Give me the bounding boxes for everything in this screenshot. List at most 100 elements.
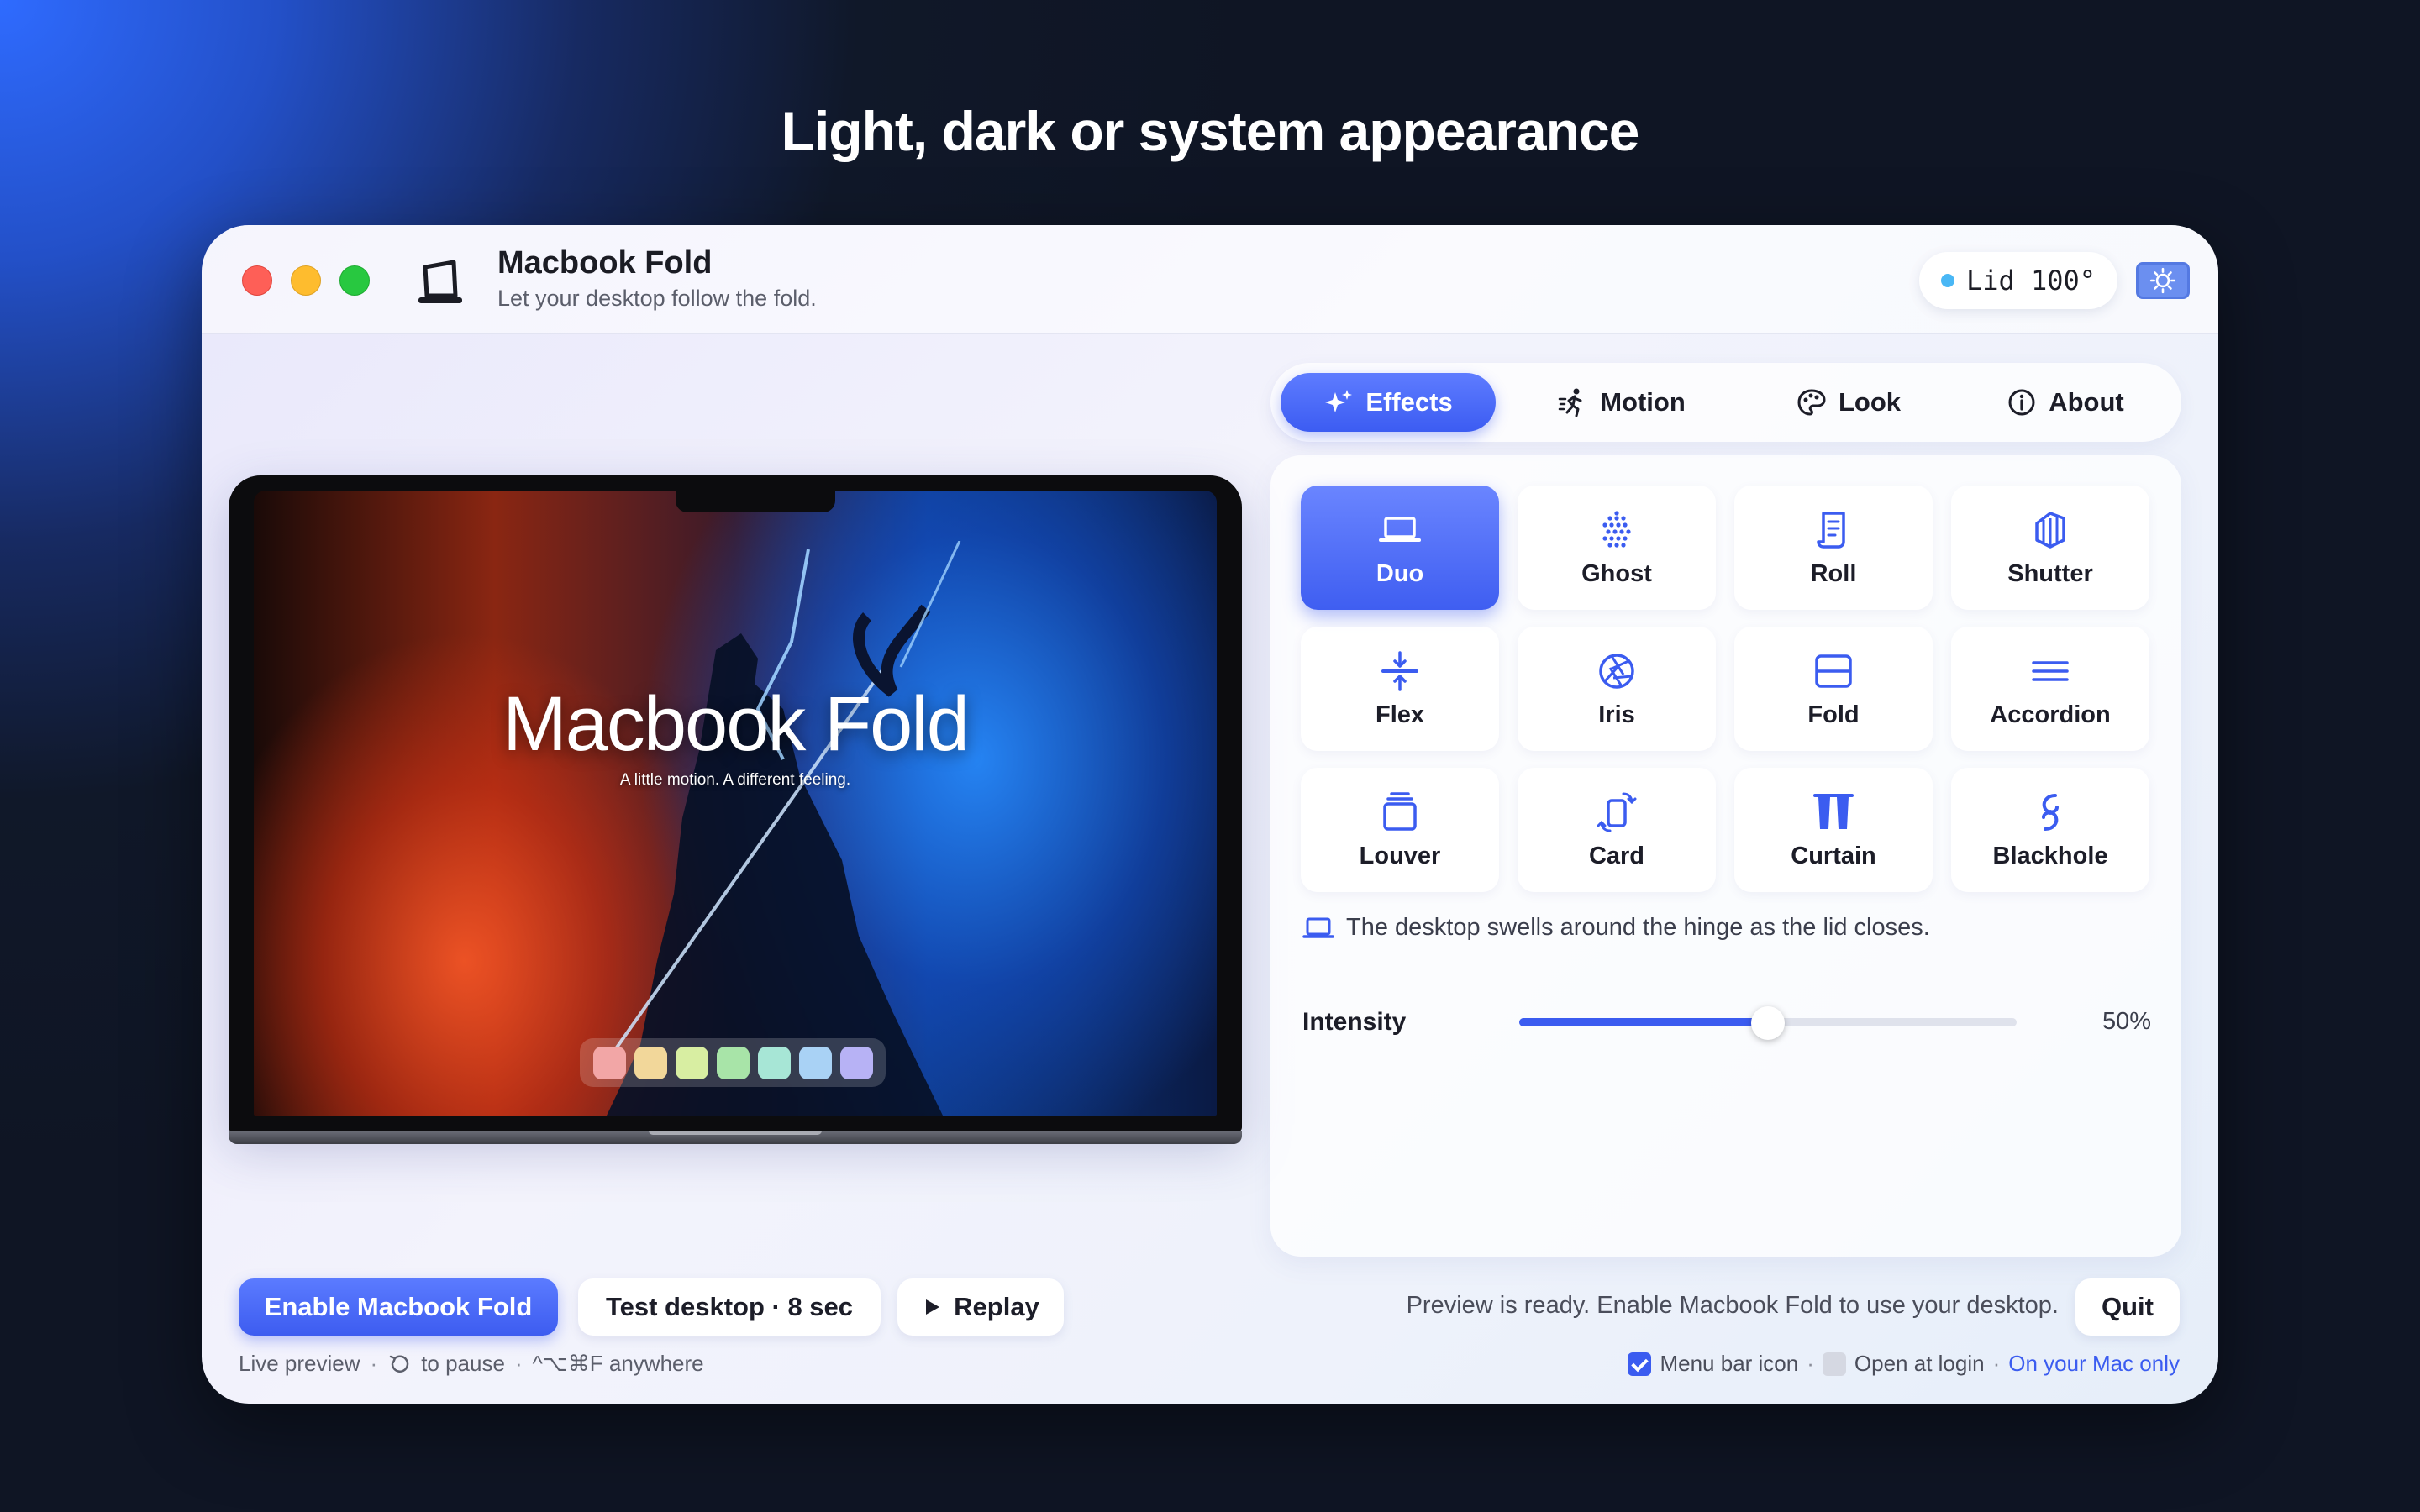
dock-app-icon	[675, 1046, 708, 1079]
effect-accordion[interactable]: Accordion	[1951, 627, 2149, 751]
effect-blackhole[interactable]: Blackhole	[1951, 768, 2149, 892]
laptop-icon	[1302, 917, 1334, 938]
effect-label: Louver	[1359, 842, 1441, 869]
dock-app-icon	[634, 1046, 667, 1079]
effect-label: Card	[1588, 842, 1645, 869]
separator: ·	[514, 1351, 523, 1376]
appearance-toggle-icon[interactable]	[2136, 262, 2190, 299]
camera-notch	[676, 491, 835, 512]
lid-angle-text: Lid 100°	[1965, 265, 2096, 297]
dock-app-icon	[798, 1046, 832, 1079]
menu-bar-icon-checkbox[interactable]	[1628, 1352, 1652, 1376]
app-window: Macbook Fold Let your desktop follow the…	[202, 225, 2218, 1404]
info-icon	[2008, 389, 2035, 416]
effect-shutter[interactable]: Shutter	[1951, 486, 2149, 610]
effect-description-row: The desktop swells around the hinge as t…	[1302, 914, 1930, 942]
open-at-login-label: Open at login	[1854, 1351, 1985, 1376]
laptop-preview: Macbook Fold A little motion. A differen…	[229, 475, 1242, 1147]
curtain-icon	[1813, 793, 1854, 829]
effect-flex[interactable]: Flex	[1301, 627, 1499, 751]
effect-description: The desktop swells around the hinge as t…	[1346, 914, 1930, 941]
palette-icon	[1797, 389, 1826, 416]
zoom-window-button[interactable]	[339, 265, 370, 296]
effects-panel: Duo Ghost Roll Shutter Flex Iris Fold Ac…	[1270, 455, 2181, 1257]
pause-hint: to pause	[421, 1351, 505, 1376]
effect-louver[interactable]: Louver	[1301, 768, 1499, 892]
separator: ·	[1992, 1351, 2001, 1376]
preview-screen: Macbook Fold A little motion. A differen…	[254, 491, 1217, 1116]
effect-roll[interactable]: Roll	[1734, 486, 1933, 610]
tab-label: Motion	[1600, 387, 1686, 417]
shutter-panels-icon	[2035, 511, 2065, 549]
title-bar: Macbook Fold Let your desktop follow the…	[202, 225, 2218, 334]
laptop-lid: Macbook Fold A little motion. A differen…	[229, 475, 1242, 1132]
effect-label: Roll	[1810, 559, 1857, 587]
dock-app-icon	[592, 1046, 626, 1079]
effect-curtain[interactable]: Curtain	[1734, 768, 1933, 892]
dock-app-icon	[716, 1046, 750, 1079]
replay-button[interactable]: Replay	[897, 1278, 1064, 1336]
live-preview-label: Live preview	[239, 1351, 360, 1376]
tab-motion[interactable]: Motion	[1514, 373, 1729, 432]
effect-duo[interactable]: Duo	[1301, 486, 1499, 610]
aperture-icon	[1599, 653, 1634, 689]
spiral-icon	[2042, 793, 2059, 831]
lid-status-dot	[1940, 274, 1954, 287]
effect-label: Ghost	[1581, 559, 1652, 587]
effect-label: Duo	[1376, 559, 1424, 587]
page-headline: Light, dark or system appearance	[781, 100, 1640, 162]
close-window-button[interactable]	[242, 265, 272, 296]
tab-about[interactable]: About	[1958, 373, 2173, 432]
intensity-slider[interactable]	[1519, 1006, 2017, 1040]
lid-angle-badge: Lid 100°	[1919, 252, 2118, 309]
effect-iris[interactable]: Iris	[1518, 627, 1716, 751]
app-title: Macbook Fold	[497, 245, 713, 281]
sparkles-icon	[1325, 390, 1353, 412]
effect-ghost[interactable]: Ghost	[1518, 486, 1716, 610]
tab-effects[interactable]: Effects	[1281, 373, 1496, 432]
fold-rectangle-icon	[1815, 654, 1852, 688]
enable-macbook-fold-button[interactable]: Enable Macbook Fold	[239, 1278, 558, 1336]
intensity-slider-fill	[1519, 1018, 1768, 1026]
effect-label: Fold	[1807, 701, 1860, 728]
dock-app-icon	[839, 1046, 873, 1079]
effect-fold[interactable]: Fold	[1734, 627, 1933, 751]
laptop-fold-app-icon	[418, 260, 462, 303]
scroll-icon	[1817, 511, 1845, 549]
tab-look[interactable]: Look	[1741, 373, 1956, 432]
separator: ·	[370, 1351, 378, 1376]
effect-label: Shutter	[2007, 559, 2093, 587]
open-at-login-checkbox[interactable]	[1822, 1352, 1846, 1376]
tab-label: About	[2049, 387, 2124, 417]
effect-label: Iris	[1598, 701, 1635, 728]
history-icon	[389, 1354, 409, 1373]
effect-label: Curtain	[1791, 842, 1876, 869]
tab-label: Effects	[1365, 387, 1453, 417]
stacked-cards-icon	[1383, 791, 1417, 831]
shortcut-hint: ^⌥⌘F anywhere	[532, 1351, 704, 1376]
dots-grid-icon	[1602, 510, 1631, 548]
quit-button[interactable]: Quit	[2075, 1278, 2180, 1336]
footer-hints: Live preview · to pause · ^⌥⌘F anywhere	[239, 1351, 704, 1377]
minimize-window-button[interactable]	[291, 265, 321, 296]
on-your-mac-only-link[interactable]: On your Mac only	[2008, 1351, 2180, 1377]
tab-label: Look	[1838, 387, 1902, 417]
screen-wallpaper-tagline: A little motion. A different feeling.	[619, 771, 851, 789]
menu-bar-icon-label: Menu bar icon	[1660, 1351, 1799, 1376]
warrior-silhouette-artwork	[605, 541, 961, 1116]
separator: ·	[1807, 1351, 1814, 1376]
test-desktop-button[interactable]: Test desktop · 8 sec	[578, 1278, 881, 1336]
replay-label: Replay	[954, 1292, 1039, 1321]
compress-arrows-icon	[1381, 650, 1418, 691]
screen-wallpaper-title: Macbook Fold	[502, 681, 970, 767]
intensity-label: Intensity	[1302, 1008, 1407, 1036]
lines-icon	[2032, 660, 2069, 681]
intensity-slider-handle[interactable]	[1751, 1006, 1785, 1040]
dock	[580, 1038, 886, 1087]
effect-card[interactable]: Card	[1518, 768, 1716, 892]
rotating-card-icon	[1597, 792, 1637, 832]
play-icon	[926, 1299, 940, 1315]
effect-label: Flex	[1375, 701, 1425, 728]
running-figure-icon	[1558, 388, 1582, 417]
tab-bar: Effects Motion Look About	[1270, 363, 2181, 442]
